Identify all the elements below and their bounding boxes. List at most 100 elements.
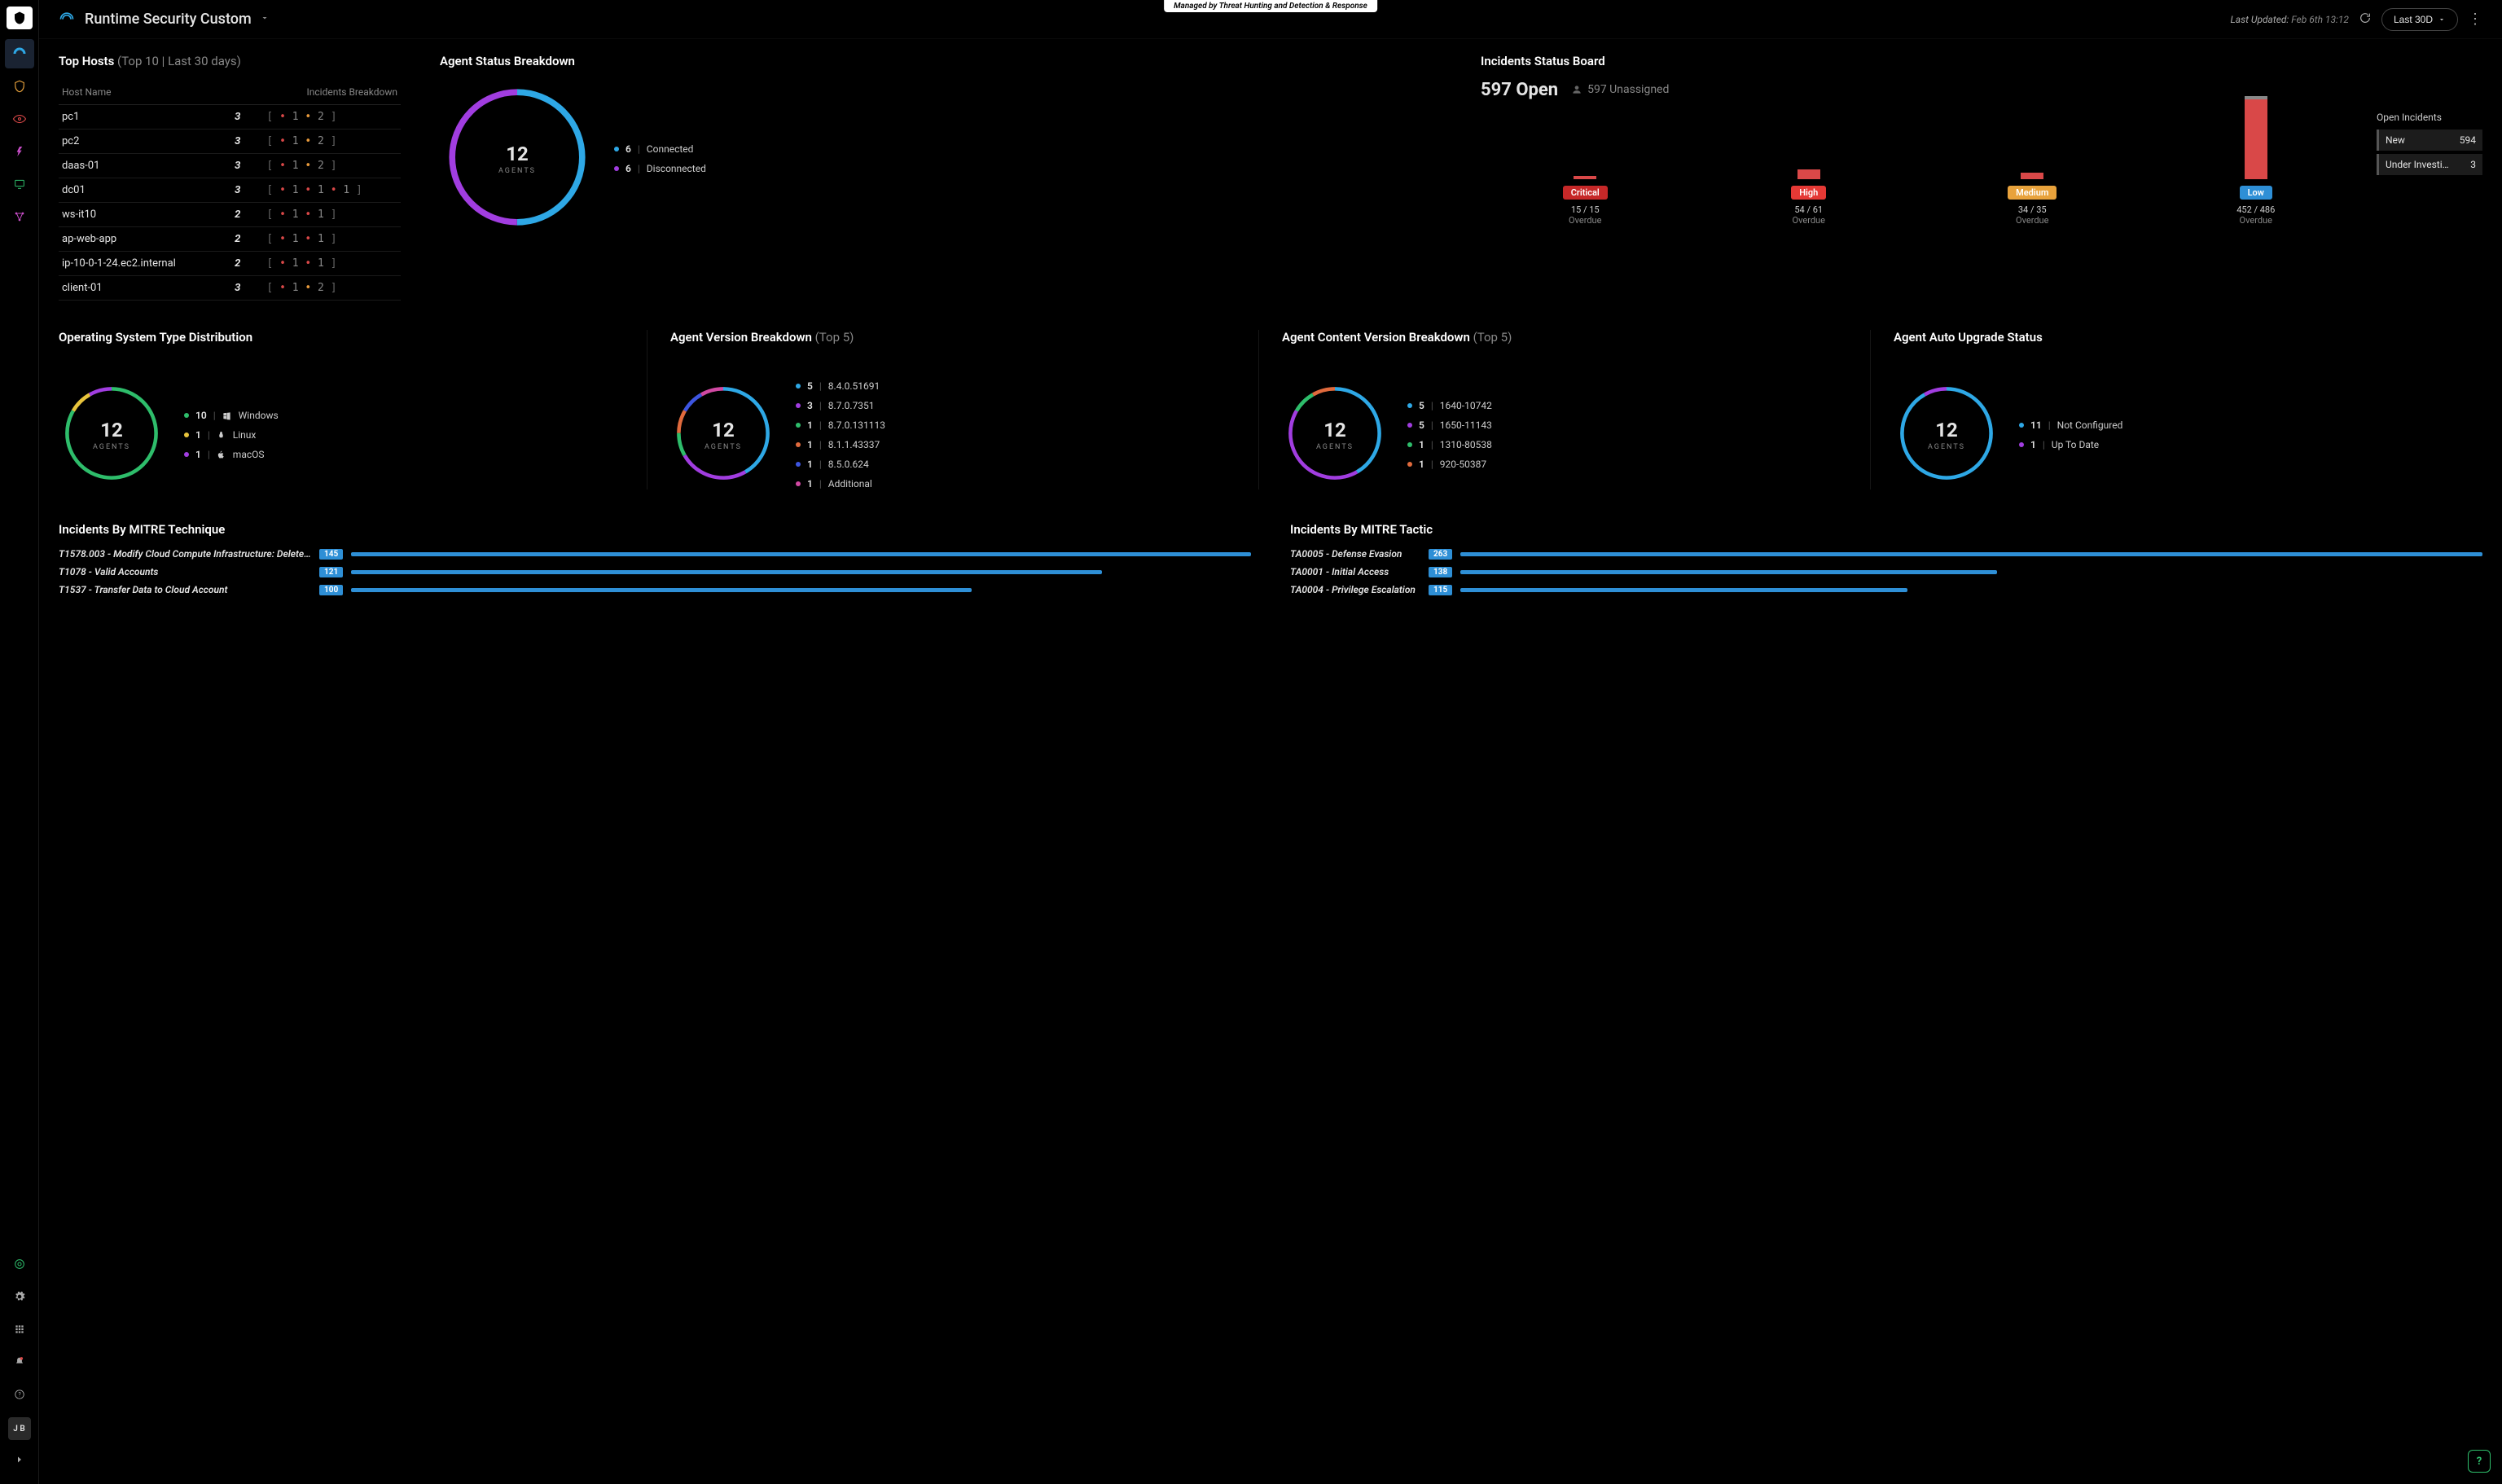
agent-status-title: Agent Status Breakdown xyxy=(440,54,1442,68)
legend-item[interactable]: 5 | 1650-11143 xyxy=(1407,419,1492,431)
legend-item[interactable]: 1 | Up To Date xyxy=(2019,439,2122,450)
table-row[interactable]: ap-web-app 2 [ • 1 • 1 ] xyxy=(59,227,401,252)
nav-dashboard[interactable] xyxy=(5,39,34,68)
user-avatar[interactable]: J B xyxy=(8,1417,31,1440)
host-name: pc2 xyxy=(59,130,221,154)
mitre-row[interactable]: TA0005 - Defense Evasion 263 xyxy=(1290,548,2482,560)
os-dist-donut: 12 AGENTS xyxy=(59,380,165,490)
mitre-row[interactable]: T1578.003 - Modify Cloud Compute Infrast… xyxy=(59,548,1251,560)
nav-nodes[interactable] xyxy=(5,202,34,231)
agent-version-title: Agent Version Breakdown xyxy=(670,330,812,345)
table-row[interactable]: daas-01 3 [ • 1 • 2 ] xyxy=(59,154,401,178)
isb-side-row[interactable]: New594 xyxy=(2377,130,2482,151)
legend-item[interactable]: 1 | 920-50387 xyxy=(1407,459,1492,470)
host-name: ap-web-app xyxy=(59,227,221,252)
os-distribution-panel: Operating System Type Distribution 12 AG… xyxy=(59,330,647,490)
auto-upgrade-donut: 12 AGENTS xyxy=(1894,380,1999,490)
host-breakdown: [ • 1 • 1 ] xyxy=(263,203,401,227)
host-breakdown: [ • 1 • 1 ] xyxy=(263,252,401,276)
col-host-name: Host Name xyxy=(59,80,221,105)
isb-side-row[interactable]: Under Investi…3 xyxy=(2377,154,2482,175)
host-breakdown: [ • 1 • 2 ] xyxy=(263,276,401,301)
host-count: 3 xyxy=(221,178,264,203)
nav-eye[interactable] xyxy=(5,104,34,134)
legend-item[interactable]: 6 | Connected xyxy=(614,143,706,155)
os-dist-count: 12 xyxy=(100,419,123,441)
legend-item[interactable]: 10 | Windows xyxy=(184,410,279,421)
agent-status-panel: Agent Status Breakdown 12 AGENTS xyxy=(440,54,1442,301)
isb-column[interactable]: Medium 34 / 35 Overdue xyxy=(1928,98,2137,226)
nav-apps[interactable] xyxy=(5,1315,34,1344)
isb-column[interactable]: Low 452 / 486 Overdue xyxy=(2152,98,2361,226)
sidebar-expand[interactable] xyxy=(5,1445,34,1474)
mitre-row[interactable]: TA0001 - Initial Access 138 xyxy=(1290,566,2482,577)
nav-shield[interactable] xyxy=(5,72,34,101)
agent-version-panel: Agent Version Breakdown (Top 5) xyxy=(670,330,1259,490)
time-range-dropdown[interactable]: Last 30D xyxy=(2381,8,2458,31)
isb-title: Incidents Status Board xyxy=(1481,54,2482,68)
host-name: client-01 xyxy=(59,276,221,301)
host-breakdown: [ • 1 • 2 ] xyxy=(263,105,401,130)
content-version-count: 12 xyxy=(1323,419,1346,441)
legend-item[interactable]: 1 | 8.7.0.131113 xyxy=(796,419,885,431)
table-row[interactable]: ws-it10 2 [ • 1 • 1 ] xyxy=(59,203,401,227)
legend-item[interactable]: 1 | Linux xyxy=(184,429,279,441)
more-menu-icon[interactable]: ⋮ xyxy=(2468,11,2482,28)
host-breakdown: [ • 1 • 1 • 1 ] xyxy=(263,178,401,203)
sidebar: ? J B xyxy=(0,0,39,1484)
auto-upgrade-title: Agent Auto Upgrade Status xyxy=(1894,330,2466,345)
table-row[interactable]: pc1 3 [ • 1 • 2 ] xyxy=(59,105,401,130)
nav-settings[interactable] xyxy=(5,1282,34,1311)
managed-banner: Managed by Threat Hunting and Detection … xyxy=(1164,0,1377,12)
isb-unassigned: 597 Unassigned xyxy=(1571,83,1669,96)
legend-item[interactable]: 1 | Additional xyxy=(796,478,885,490)
agent-version-subtitle: (Top 5) xyxy=(815,330,854,345)
page-title: Runtime Security Custom xyxy=(85,11,252,28)
agent-version-donut: 12 AGENTS xyxy=(670,380,776,490)
agent-version-count: 12 xyxy=(712,419,735,441)
isb-column[interactable]: High 54 / 61 Overdue xyxy=(1705,98,1914,226)
help-fab[interactable]: ? xyxy=(2468,1450,2491,1473)
content-version-subtitle: (Top 5) xyxy=(1473,330,1512,345)
host-count: 3 xyxy=(221,276,264,301)
host-count: 2 xyxy=(221,227,264,252)
col-incidents-breakdown: Incidents Breakdown xyxy=(263,80,401,105)
host-name: ws-it10 xyxy=(59,203,221,227)
brand-logo[interactable] xyxy=(7,7,33,29)
host-name: ip-10-0-1-24.ec2.internal xyxy=(59,252,221,276)
legend-item[interactable]: 5 | 1640-10742 xyxy=(1407,400,1492,411)
content-version-label: AGENTS xyxy=(1316,443,1354,451)
svg-text:?: ? xyxy=(18,1391,21,1398)
nav-help[interactable]: ? xyxy=(5,1380,34,1409)
title-dropdown-icon[interactable] xyxy=(260,13,270,26)
nav-monitor[interactable] xyxy=(5,169,34,199)
isb-side-title: Open Incidents xyxy=(2377,112,2482,123)
top-hosts-title: Top Hosts xyxy=(59,54,114,68)
mitre-row[interactable]: T1537 - Transfer Data to Cloud Account 1… xyxy=(59,584,1251,595)
table-row[interactable]: dc01 3 [ • 1 • 1 • 1 ] xyxy=(59,178,401,203)
legend-item[interactable]: 1 | 8.5.0.624 xyxy=(796,459,885,470)
refresh-icon[interactable] xyxy=(2359,11,2372,28)
host-count: 2 xyxy=(221,252,264,276)
nav-radar[interactable] xyxy=(5,1249,34,1279)
mitre-technique-panel: Incidents By MITRE Technique T1578.003 -… xyxy=(59,522,1251,602)
nav-bell[interactable] xyxy=(5,1347,34,1376)
legend-item[interactable]: 5 | 8.4.0.51691 xyxy=(796,380,885,392)
mitre-row[interactable]: T1078 - Valid Accounts 121 xyxy=(59,566,1251,577)
legend-item[interactable]: 1 | 8.1.1.43337 xyxy=(796,439,885,450)
auto-upgrade-panel: Agent Auto Upgrade Status 12 AGENTS xyxy=(1894,330,2482,490)
table-row[interactable]: pc2 3 [ • 1 • 2 ] xyxy=(59,130,401,154)
topbar: Runtime Security Custom Managed by Threa… xyxy=(39,0,2502,39)
mitre-row[interactable]: TA0004 - Privilege Escalation 115 xyxy=(1290,584,2482,595)
host-breakdown: [ • 1 • 2 ] xyxy=(263,154,401,178)
legend-item[interactable]: 1 | macOS xyxy=(184,449,279,460)
legend-item[interactable]: 6 | Disconnected xyxy=(614,163,706,174)
nav-plug[interactable] xyxy=(5,137,34,166)
legend-item[interactable]: 1 | 1310-80538 xyxy=(1407,439,1492,450)
incidents-status-board: Incidents Status Board 597 Open 597 Unas… xyxy=(1481,54,2482,301)
legend-item[interactable]: 11 | Not Configured xyxy=(2019,419,2122,431)
table-row[interactable]: client-01 3 [ • 1 • 2 ] xyxy=(59,276,401,301)
isb-column[interactable]: Critical 15 / 15 Overdue xyxy=(1481,98,1690,226)
table-row[interactable]: ip-10-0-1-24.ec2.internal 2 [ • 1 • 1 ] xyxy=(59,252,401,276)
legend-item[interactable]: 3 | 8.7.0.7351 xyxy=(796,400,885,411)
